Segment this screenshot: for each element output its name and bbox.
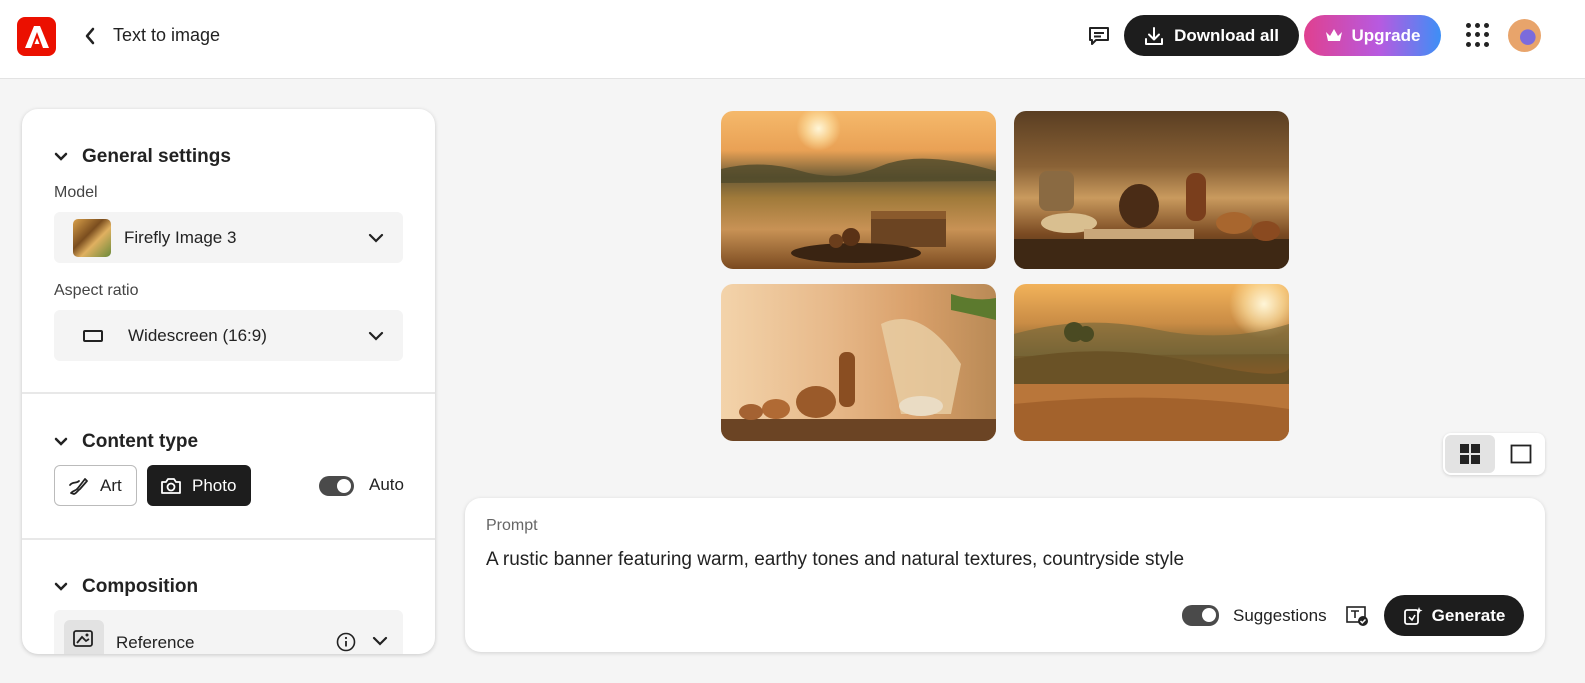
reference-label: Reference [116, 633, 195, 652]
feedback-icon[interactable] [1087, 24, 1111, 48]
camera-icon [161, 477, 181, 494]
suggestions-label: Suggestions [1233, 606, 1327, 625]
model-thumbnail [73, 218, 111, 257]
chevron-down-icon [54, 437, 68, 446]
content-type-header[interactable]: Content type [54, 431, 198, 453]
auto-toggle[interactable] [319, 476, 354, 496]
download-all-label: Download all [1174, 25, 1279, 45]
composition-header[interactable]: Composition [54, 576, 198, 598]
generate-button[interactable]: Generate [1384, 595, 1524, 636]
app-switcher-icon[interactable] [1466, 23, 1490, 47]
model-label: Model [54, 184, 98, 201]
general-settings-header[interactable]: General settings [54, 146, 231, 168]
grid-view-button[interactable] [1445, 435, 1495, 473]
single-image-icon [1510, 444, 1531, 464]
photo-label: Photo [192, 475, 237, 495]
page-title: Text to image [113, 25, 221, 45]
suggestions-toggle[interactable] [1182, 605, 1219, 626]
section-divider [22, 392, 435, 394]
download-icon [1145, 26, 1164, 45]
user-avatar[interactable] [1508, 19, 1541, 52]
chevron-down-icon [368, 233, 384, 243]
content-type-title: Content type [82, 431, 199, 452]
grid-icon [1460, 444, 1480, 464]
download-all-button[interactable]: Download all [1124, 15, 1299, 56]
section-divider [22, 538, 435, 540]
aspect-ratio-label: Aspect ratio [54, 282, 139, 299]
settings-panel: General settings Model Firefly Image 3 A… [22, 109, 435, 654]
aspect-ratio-value: Widescreen (16:9) [128, 325, 267, 345]
upgrade-label: Upgrade [1351, 25, 1421, 45]
aspect-ratio-dropdown[interactable]: Widescreen (16:9) [54, 310, 403, 361]
model-dropdown[interactable]: Firefly Image 3 [54, 212, 403, 263]
upgrade-button[interactable]: Upgrade [1304, 15, 1441, 56]
text-credentials-icon[interactable] [1345, 605, 1369, 627]
generate-sparkle-icon [1403, 606, 1423, 625]
art-option-button[interactable]: Art [54, 465, 137, 506]
info-icon[interactable] [336, 632, 356, 652]
composition-title: Composition [82, 576, 199, 597]
adobe-logo-icon[interactable] [17, 17, 56, 56]
model-value: Firefly Image 3 [124, 227, 237, 247]
chevron-down-icon [368, 331, 384, 341]
prompt-input[interactable]: A rustic banner featuring warm, earthy t… [486, 549, 1184, 571]
reference-dropdown[interactable]: Reference [54, 610, 403, 654]
photo-option-button[interactable]: Photo [147, 465, 251, 506]
crown-icon [1325, 29, 1342, 41]
view-mode-toggle [1443, 433, 1545, 475]
prompt-label: Prompt [486, 517, 538, 534]
back-chevron-icon[interactable] [80, 24, 100, 48]
generated-image-1[interactable] [721, 111, 996, 269]
top-header: Text to image Download all Upgrade [0, 0, 1585, 79]
reference-image-icon [64, 620, 104, 654]
auto-label: Auto [369, 475, 404, 494]
chevron-down-icon [54, 582, 68, 591]
chevron-down-icon [372, 636, 388, 646]
generated-image-2[interactable] [1014, 111, 1289, 269]
art-label: Art [100, 475, 122, 495]
chevron-down-icon [54, 152, 68, 161]
brush-icon [69, 477, 88, 495]
generated-image-3[interactable] [721, 284, 996, 441]
generated-image-4[interactable] [1014, 284, 1289, 441]
generate-label: Generate [1431, 605, 1506, 625]
general-settings-title: General settings [82, 146, 231, 167]
widescreen-icon [83, 329, 103, 342]
prompt-box: Prompt A rustic banner featuring warm, e… [465, 498, 1545, 652]
single-view-button[interactable] [1498, 435, 1543, 473]
